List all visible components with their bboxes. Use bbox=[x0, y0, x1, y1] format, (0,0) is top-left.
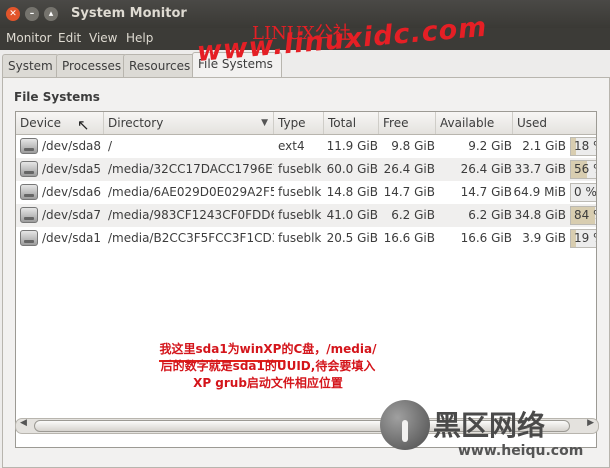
menu-view[interactable]: View bbox=[89, 31, 117, 45]
usage-bar: 18 % bbox=[570, 137, 596, 156]
table-row[interactable]: /dev/sda8 / ext4 11.9 GiB 9.8 GiB 9.2 Gi… bbox=[16, 135, 596, 158]
available-cell: 26.4 GiB bbox=[460, 162, 512, 176]
directory-cell: /media/983CF1243CF0FDD6 bbox=[108, 208, 274, 222]
column-used[interactable]: Used bbox=[513, 112, 596, 134]
table-row[interactable]: /dev/sda6 /media/6AE029D0E029A2F5 fusebl… bbox=[16, 181, 596, 204]
usage-percent: 84 % bbox=[574, 208, 596, 222]
hard-disk-icon bbox=[20, 138, 38, 154]
device-cell: /dev/sda7 bbox=[42, 208, 102, 222]
hard-disk-icon bbox=[20, 230, 38, 246]
total-cell: 20.5 GiB bbox=[326, 231, 378, 245]
type-cell: fuseblk bbox=[278, 162, 322, 176]
used-cell: 2.1 GiB bbox=[522, 139, 566, 153]
device-cell: /dev/sda5 bbox=[42, 162, 102, 176]
table-header: Device ↖ Directory ▼ Type Total Free Avail… bbox=[16, 112, 596, 135]
free-cell: 26.4 GiB bbox=[383, 162, 435, 176]
available-cell: 6.2 GiB bbox=[468, 208, 512, 222]
sort-descending-icon: ▼ bbox=[261, 118, 268, 128]
file-systems-table: Device ↖ Directory ▼ Type Total Free Avail… bbox=[15, 111, 597, 448]
table-row[interactable]: /dev/sda5 /media/32CC17DACC1796E7 fusebl… bbox=[16, 158, 596, 181]
total-cell: 41.0 GiB bbox=[326, 208, 378, 222]
device-cell: /dev/sda8 bbox=[42, 139, 102, 153]
maximize-icon[interactable]: ▴ bbox=[44, 7, 58, 21]
available-cell: 9.2 GiB bbox=[468, 139, 512, 153]
heiqu-logo-icon bbox=[380, 400, 430, 450]
window-title: System Monitor bbox=[71, 6, 187, 21]
tab-processes[interactable]: Processes bbox=[56, 54, 128, 77]
directory-cell: /media/32CC17DACC1796E7 bbox=[108, 162, 274, 176]
type-cell: fuseblk bbox=[278, 185, 322, 199]
usage-percent: 18 % bbox=[574, 139, 596, 153]
hard-disk-icon bbox=[20, 184, 38, 200]
type-cell: fuseblk bbox=[278, 208, 322, 222]
usage-percent: 56 % bbox=[574, 162, 596, 176]
tab-resources[interactable]: Resources bbox=[123, 54, 197, 77]
table-row[interactable]: /dev/sda1 /media/B2CC3F5FCC3F1CD3 fusebl… bbox=[16, 227, 596, 250]
directory-cell: /media/B2CC3F5FCC3F1CD3 bbox=[108, 231, 274, 245]
device-cell: /dev/sda6 bbox=[42, 185, 102, 199]
usage-bar: 19 % bbox=[570, 229, 596, 248]
usage-bar: 0 % bbox=[570, 183, 597, 202]
menu-edit[interactable]: Edit bbox=[58, 31, 81, 45]
total-cell: 60.0 GiB bbox=[326, 162, 378, 176]
close-icon[interactable]: ✕ bbox=[6, 7, 20, 21]
mouse-pointer-icon: ↖ bbox=[77, 116, 90, 134]
column-total[interactable]: Total bbox=[324, 112, 379, 134]
usage-percent: 0 % bbox=[574, 185, 597, 199]
usage-bar: 84 % bbox=[570, 206, 596, 225]
menu-help[interactable]: Help bbox=[126, 31, 153, 45]
column-type[interactable]: Type bbox=[274, 112, 324, 134]
table-row[interactable]: /dev/sda7 /media/983CF1243CF0FDD6 fusebl… bbox=[16, 204, 596, 227]
column-available[interactable]: Available bbox=[436, 112, 513, 134]
column-free[interactable]: Free bbox=[379, 112, 436, 134]
watermark-logo-url: www.heiqu.com bbox=[458, 443, 584, 459]
column-directory[interactable]: Directory ▼ bbox=[104, 112, 274, 134]
used-cell: 64.9 MiB bbox=[513, 185, 566, 199]
total-cell: 14.8 GiB bbox=[326, 185, 378, 199]
free-cell: 14.7 GiB bbox=[383, 185, 435, 199]
directory-cell: / bbox=[108, 139, 113, 153]
directory-cell: /media/6AE029D0E029A2F5 bbox=[108, 185, 274, 199]
available-cell: 14.7 GiB bbox=[460, 185, 512, 199]
menu-monitor[interactable]: Monitor bbox=[6, 31, 52, 45]
used-cell: 34.8 GiB bbox=[514, 208, 566, 222]
hard-disk-icon bbox=[20, 207, 38, 223]
minimize-icon[interactable]: – bbox=[25, 7, 39, 21]
column-device[interactable]: Device ↖ bbox=[16, 112, 104, 134]
free-cell: 16.6 GiB bbox=[383, 231, 435, 245]
type-cell: ext4 bbox=[278, 139, 305, 153]
device-cell: /dev/sda1 bbox=[42, 231, 102, 245]
available-cell: 16.6 GiB bbox=[460, 231, 512, 245]
watermark-logo-text: 黑区网络 bbox=[433, 409, 546, 442]
total-cell: 11.9 GiB bbox=[326, 139, 378, 153]
used-cell: 3.9 GiB bbox=[522, 231, 566, 245]
hard-disk-icon bbox=[20, 161, 38, 177]
annotation-note: 我这里sda1为winXP的C盘，/media/后的数字就是sda1的UUID,… bbox=[159, 342, 377, 390]
tab-system[interactable]: System bbox=[2, 54, 59, 77]
free-cell: 9.8 GiB bbox=[391, 139, 435, 153]
type-cell: fuseblk bbox=[278, 231, 322, 245]
usage-bar: 56 % bbox=[570, 160, 596, 179]
scroll-right-icon[interactable]: ▶ bbox=[587, 418, 594, 428]
used-cell: 33.7 GiB bbox=[514, 162, 566, 176]
section-title: File Systems bbox=[14, 90, 100, 104]
scroll-left-icon[interactable]: ◀ bbox=[20, 418, 27, 428]
usage-percent: 19 % bbox=[574, 231, 596, 245]
free-cell: 6.2 GiB bbox=[391, 208, 435, 222]
